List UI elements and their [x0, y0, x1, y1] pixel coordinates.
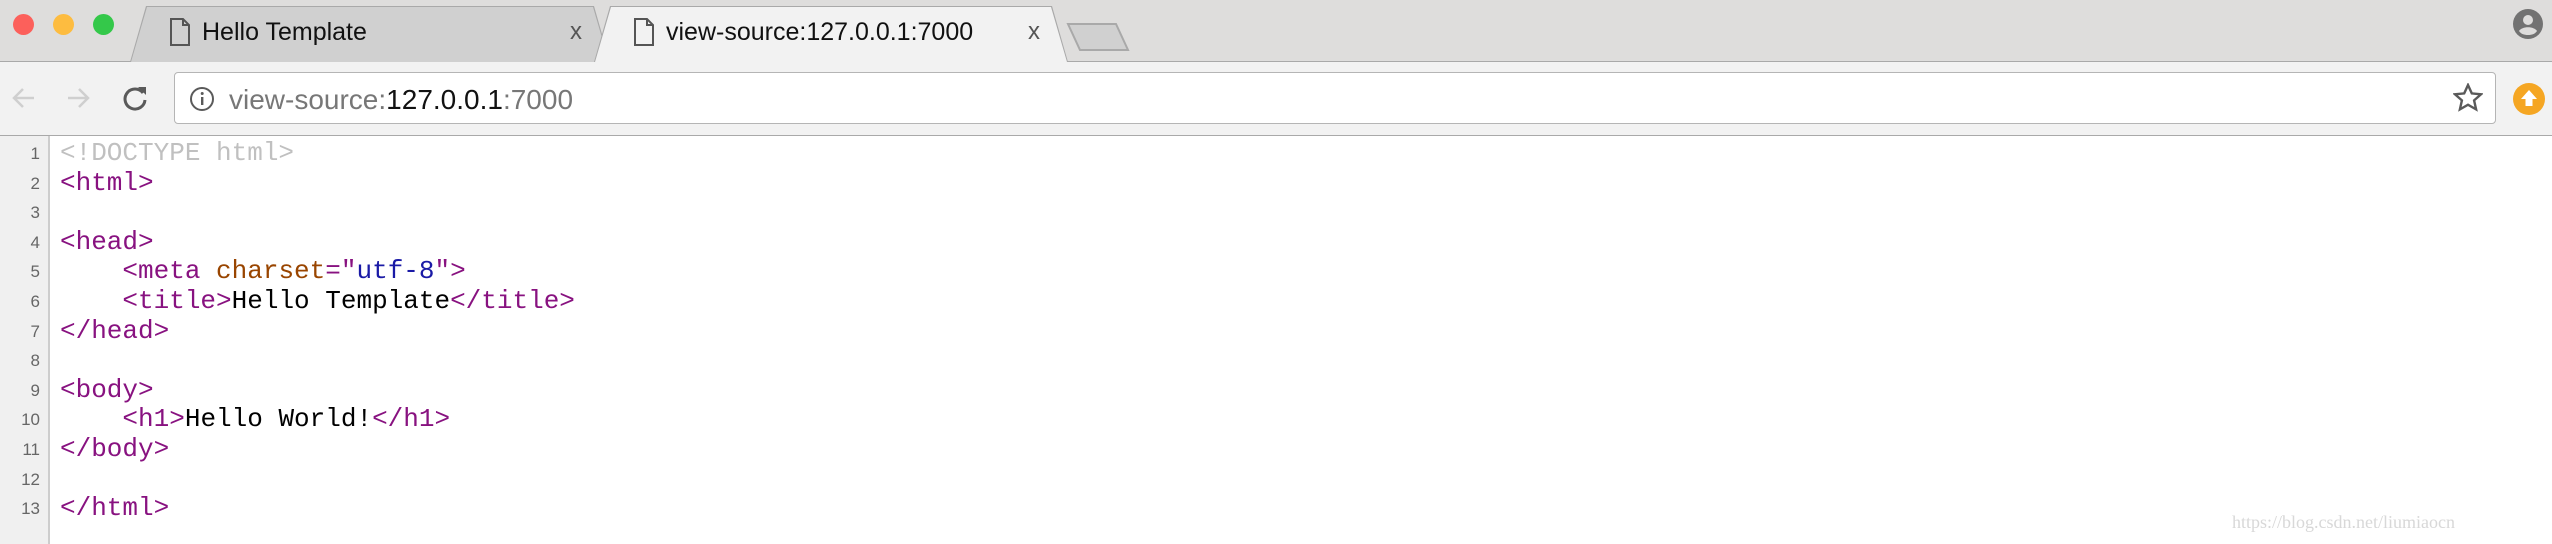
source-line: 12: [0, 464, 2552, 494]
line-code: <h1>Hello World!</h1>: [60, 404, 450, 434]
source-line: 2 <html>: [0, 168, 2552, 198]
line-code: <title>Hello Template</title>: [60, 286, 575, 316]
line-code: <!DOCTYPE html>: [60, 138, 294, 168]
line-code: <html>: [60, 168, 154, 198]
line-number: 3: [30, 203, 40, 223]
line-number: 10: [21, 410, 40, 430]
profile-icon[interactable]: [2513, 9, 2543, 39]
page-icon: [634, 18, 654, 46]
source-line: 4 <head>: [0, 227, 2552, 257]
token-tag: </title>: [450, 286, 575, 316]
source-view: 1 <!DOCTYPE html> 2 <html> 3 4 <head> 5 <meta c…: [0, 136, 2552, 544]
url-scheme: view-source:: [229, 84, 387, 115]
line-code: </head>: [60, 316, 169, 346]
tab-label: Hello Template: [202, 18, 367, 46]
line-code: <body>: [60, 375, 154, 405]
source-line: 13 </html>: [0, 493, 2552, 523]
source-line: 5 <meta charset="utf-8">: [0, 256, 2552, 286]
tab-hello-template[interactable]: Hello Template x: [130, 6, 610, 62]
toolbar: view-source:127.0.0.1:7000: [0, 62, 2552, 136]
token-tag: <meta: [122, 256, 217, 287]
token-tag: </body>: [60, 434, 170, 464]
tab-strip: Hello Template x view-source:127.0.0.1:7…: [0, 0, 2552, 62]
line-number: 5: [30, 262, 40, 282]
line-number: 8: [30, 351, 40, 371]
back-arrow-icon[interactable]: [10, 84, 38, 112]
source-line: 8: [0, 345, 2552, 375]
line-number: 13: [21, 499, 40, 519]
token-txt: Hello Template: [231, 286, 451, 316]
token-tag: <title>: [122, 286, 232, 316]
page-icon: [170, 18, 190, 46]
line-code: </body>: [60, 434, 169, 464]
tab-label: view-source:127.0.0.1:7000: [666, 18, 974, 46]
url-host: 127.0.0.1: [386, 84, 503, 115]
token-tag: =": [325, 256, 357, 287]
source-line: 7 </head>: [0, 316, 2552, 346]
source-line: 10 <h1>Hello World!</h1>: [0, 404, 2552, 434]
url-text[interactable]: view-source:127.0.0.1:7000: [229, 84, 573, 116]
window-close-button[interactable]: [13, 14, 34, 35]
token-doctype: <!DOCTYPE html>: [60, 138, 295, 168]
token-tag: <head>: [60, 226, 154, 257]
source-line: 3: [0, 197, 2552, 227]
line-number: 6: [30, 292, 40, 311]
token-attr: charset: [216, 256, 326, 287]
line-number: 7: [30, 321, 40, 341]
new-tab-button[interactable]: [1066, 22, 1130, 52]
forward-arrow-icon[interactable]: [64, 84, 92, 112]
line-number: 11: [22, 440, 40, 459]
line-code: </html>: [60, 493, 169, 523]
token-tag: </html>: [60, 493, 170, 524]
address-bar[interactable]: view-source:127.0.0.1:7000: [174, 72, 2496, 124]
line-code: <head>: [60, 227, 154, 257]
line-number: 4: [30, 232, 40, 252]
reload-icon[interactable]: [121, 84, 149, 112]
line-number: 1: [30, 144, 40, 163]
token-tag: ">: [434, 256, 466, 287]
token-tag: <body>: [60, 374, 154, 405]
update-icon[interactable]: [2513, 83, 2545, 115]
token-tag: <html>: [60, 167, 154, 198]
tab-close-icon[interactable]: x: [1028, 18, 1040, 46]
token-tag: </h1>: [372, 404, 451, 435]
url-port: :7000: [502, 84, 574, 115]
line-number: 2: [30, 173, 40, 193]
token-tag: </head>: [60, 315, 170, 346]
line-number: 9: [30, 380, 40, 400]
source-line: 1 <!DOCTYPE html>: [0, 138, 2552, 168]
info-icon[interactable]: [189, 86, 215, 112]
line-code: <meta charset="utf-8">: [60, 256, 466, 287]
bookmark-star-icon[interactable]: [2453, 83, 2483, 113]
source-line: 6 <title>Hello Template</title>: [0, 286, 2552, 316]
source-line: 11 </body>: [0, 434, 2552, 464]
source-line: 9 <body>: [0, 375, 2552, 405]
token-tag: <h1>: [122, 404, 185, 435]
window-zoom-button[interactable]: [93, 14, 114, 35]
watermark: https://blog.csdn.net/liumiaocn: [2232, 512, 2455, 532]
line-number: 12: [21, 469, 40, 489]
token-txt: Hello World!: [184, 404, 373, 435]
token-val: utf-8: [356, 256, 435, 287]
window-minimize-button[interactable]: [53, 14, 74, 35]
tab-close-icon[interactable]: x: [570, 18, 582, 46]
tab-view-source[interactable]: view-source:127.0.0.1:7000 x: [594, 6, 1068, 62]
